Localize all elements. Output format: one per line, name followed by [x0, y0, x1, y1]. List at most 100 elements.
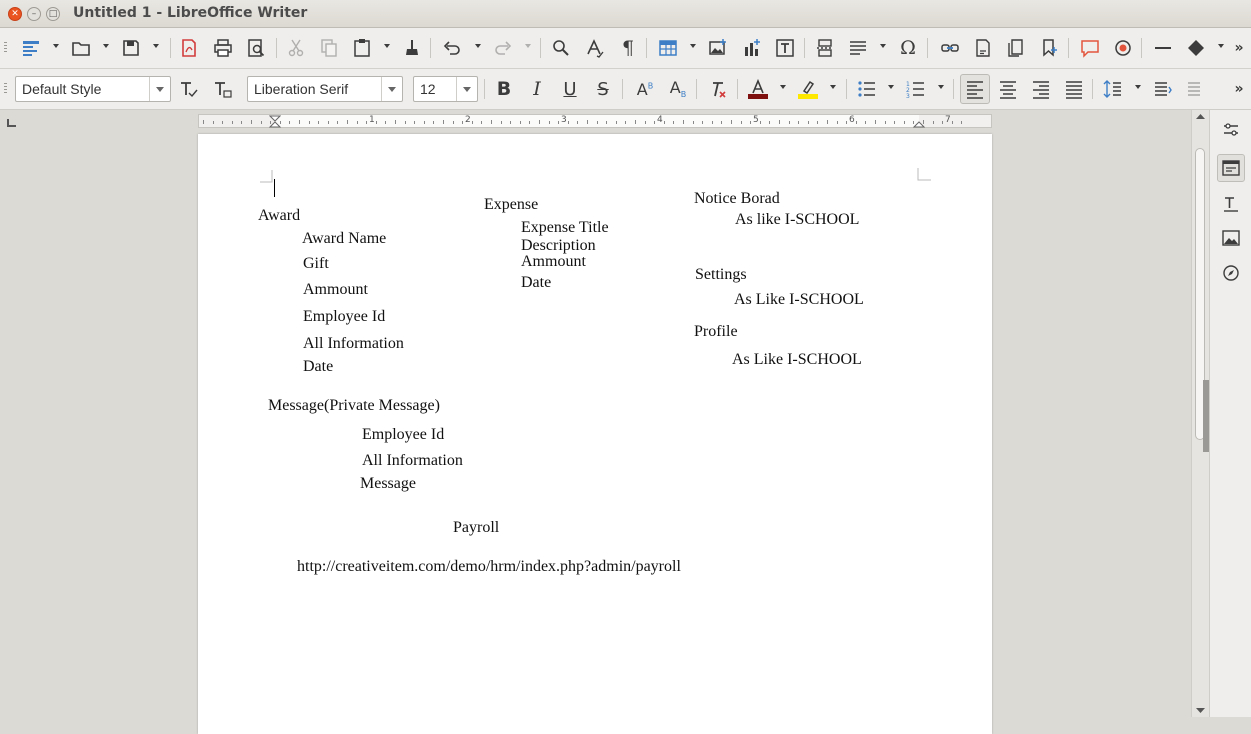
print-icon[interactable]: [211, 36, 235, 60]
paragraph-style-combo[interactable]: [15, 76, 171, 102]
font-color-dropdown-arrow[interactable]: [780, 85, 786, 89]
shapes-dropdown-arrow[interactable]: [1218, 44, 1224, 48]
align-right-icon[interactable]: [1029, 77, 1053, 101]
insert-table-icon[interactable]: [656, 36, 680, 60]
superscript-icon[interactable]: AB: [633, 77, 657, 101]
toolbar-grip[interactable]: [4, 83, 7, 95]
award-item: All Information: [303, 335, 404, 352]
horizontal-ruler[interactable]: 1 2 3 4 5 6 7: [198, 114, 992, 128]
align-left-icon[interactable]: [960, 74, 990, 104]
justify-icon[interactable]: [1062, 77, 1086, 101]
ruler-tick: [711, 121, 713, 124]
bold-icon[interactable]: B: [492, 77, 516, 101]
unordered-list-icon[interactable]: [855, 77, 879, 101]
paragraph-style-input[interactable]: [16, 77, 150, 101]
clone-formatting-icon[interactable]: [400, 36, 424, 60]
formatting-marks-icon[interactable]: ¶: [616, 36, 640, 60]
tab-stop-selector[interactable]: [7, 119, 16, 127]
ruler-tick: [327, 121, 329, 124]
undo-dropdown-arrow[interactable]: [475, 44, 481, 48]
insert-chart-icon[interactable]: [740, 36, 764, 60]
sidebar-properties-icon[interactable]: [1217, 154, 1245, 182]
paste-dropdown-arrow[interactable]: [384, 44, 390, 48]
paste-icon[interactable]: [350, 36, 374, 60]
insert-page-break-icon[interactable]: [813, 36, 837, 60]
font-size-input[interactable]: [414, 77, 458, 101]
find-replace-icon[interactable]: [549, 36, 573, 60]
special-character-icon[interactable]: Ω: [896, 36, 920, 60]
decrease-paragraph-spacing-icon[interactable]: [1184, 77, 1208, 101]
redo-dropdown-arrow[interactable]: [525, 44, 531, 48]
left-indent-marker[interactable]: [269, 115, 281, 128]
highlight-color-icon[interactable]: [796, 77, 820, 101]
print-preview-icon[interactable]: [244, 36, 268, 60]
insert-comment-icon[interactable]: [1078, 36, 1102, 60]
open-dropdown-arrow[interactable]: [103, 44, 109, 48]
insert-image-icon[interactable]: [706, 36, 730, 60]
undo-icon[interactable]: [440, 36, 464, 60]
new-dropdown-arrow[interactable]: [53, 44, 59, 48]
ruler-tick: [692, 121, 694, 124]
cut-icon[interactable]: [284, 36, 308, 60]
clear-formatting-icon[interactable]: [706, 77, 730, 101]
ruler-tick: [788, 121, 790, 124]
redo-icon[interactable]: [491, 36, 515, 60]
close-window-button[interactable]: ✕: [8, 7, 22, 21]
ordered-list-icon[interactable]: 123: [904, 77, 928, 101]
minimize-window-button[interactable]: –: [27, 7, 41, 21]
align-center-icon[interactable]: [996, 77, 1020, 101]
line-spacing-dropdown-arrow[interactable]: [1135, 85, 1141, 89]
toolbar-overflow-icon[interactable]: »: [1230, 77, 1248, 101]
track-changes-icon[interactable]: [1111, 36, 1135, 60]
document-page[interactable]: Award Award Name Gift Ammount Employee I…: [198, 134, 992, 734]
field-dropdown-arrow[interactable]: [880, 44, 886, 48]
toolbar-overflow-icon[interactable]: »: [1230, 36, 1248, 60]
insert-field-icon[interactable]: [846, 36, 870, 60]
font-color-icon[interactable]: [746, 77, 770, 101]
sidebar-settings-icon[interactable]: [1217, 116, 1245, 144]
highlight-dropdown-arrow[interactable]: [830, 85, 836, 89]
table-dropdown-arrow[interactable]: [690, 44, 696, 48]
maximize-window-button[interactable]: □: [46, 7, 60, 21]
new-document-icon[interactable]: [19, 36, 43, 60]
basic-shapes-icon[interactable]: [1184, 36, 1208, 60]
update-style-icon[interactable]: [176, 77, 200, 101]
font-name-input[interactable]: [248, 77, 382, 101]
save-dropdown-arrow[interactable]: [153, 44, 159, 48]
strikethrough-icon[interactable]: S: [591, 77, 615, 101]
sidebar-navigator-icon[interactable]: [1217, 259, 1245, 287]
right-indent-marker[interactable]: [913, 121, 925, 128]
insert-text-box-icon[interactable]: [773, 36, 797, 60]
scroll-up-icon[interactable]: [1196, 113, 1205, 119]
insert-footnote-icon[interactable]: [971, 36, 995, 60]
new-style-icon[interactable]: [210, 77, 234, 101]
insert-hyperlink-icon[interactable]: [938, 36, 962, 60]
scroll-down-icon[interactable]: [1196, 708, 1205, 714]
insert-bookmark-icon[interactable]: [1037, 36, 1061, 60]
unordered-list-dropdown-arrow[interactable]: [888, 85, 894, 89]
toolbar-grip[interactable]: [4, 42, 7, 54]
save-icon[interactable]: [119, 36, 143, 60]
ruler-tick: [414, 121, 416, 124]
ruler-tick: [251, 120, 252, 124]
chevron-down-icon[interactable]: [149, 77, 170, 101]
ordered-list-dropdown-arrow[interactable]: [938, 85, 944, 89]
export-pdf-icon[interactable]: [177, 36, 201, 60]
ruler-tick: [606, 121, 608, 124]
line-spacing-icon[interactable]: [1101, 77, 1125, 101]
insert-endnote-icon[interactable]: [1004, 36, 1028, 60]
sidebar-gallery-icon[interactable]: [1217, 224, 1245, 252]
underline-icon[interactable]: U: [558, 77, 582, 101]
font-size-combo[interactable]: [413, 76, 478, 102]
italic-icon[interactable]: I: [525, 77, 549, 101]
subscript-icon[interactable]: AB: [666, 77, 690, 101]
chevron-down-icon[interactable]: [456, 77, 477, 101]
chevron-down-icon[interactable]: [381, 77, 402, 101]
open-folder-icon[interactable]: [69, 36, 93, 60]
increase-paragraph-spacing-icon[interactable]: [1151, 77, 1175, 101]
spelling-icon[interactable]: [583, 36, 607, 60]
insert-line-icon[interactable]: [1151, 36, 1175, 60]
sidebar-styles-icon[interactable]: [1217, 190, 1245, 218]
copy-icon[interactable]: [317, 36, 341, 60]
font-name-combo[interactable]: [247, 76, 403, 102]
